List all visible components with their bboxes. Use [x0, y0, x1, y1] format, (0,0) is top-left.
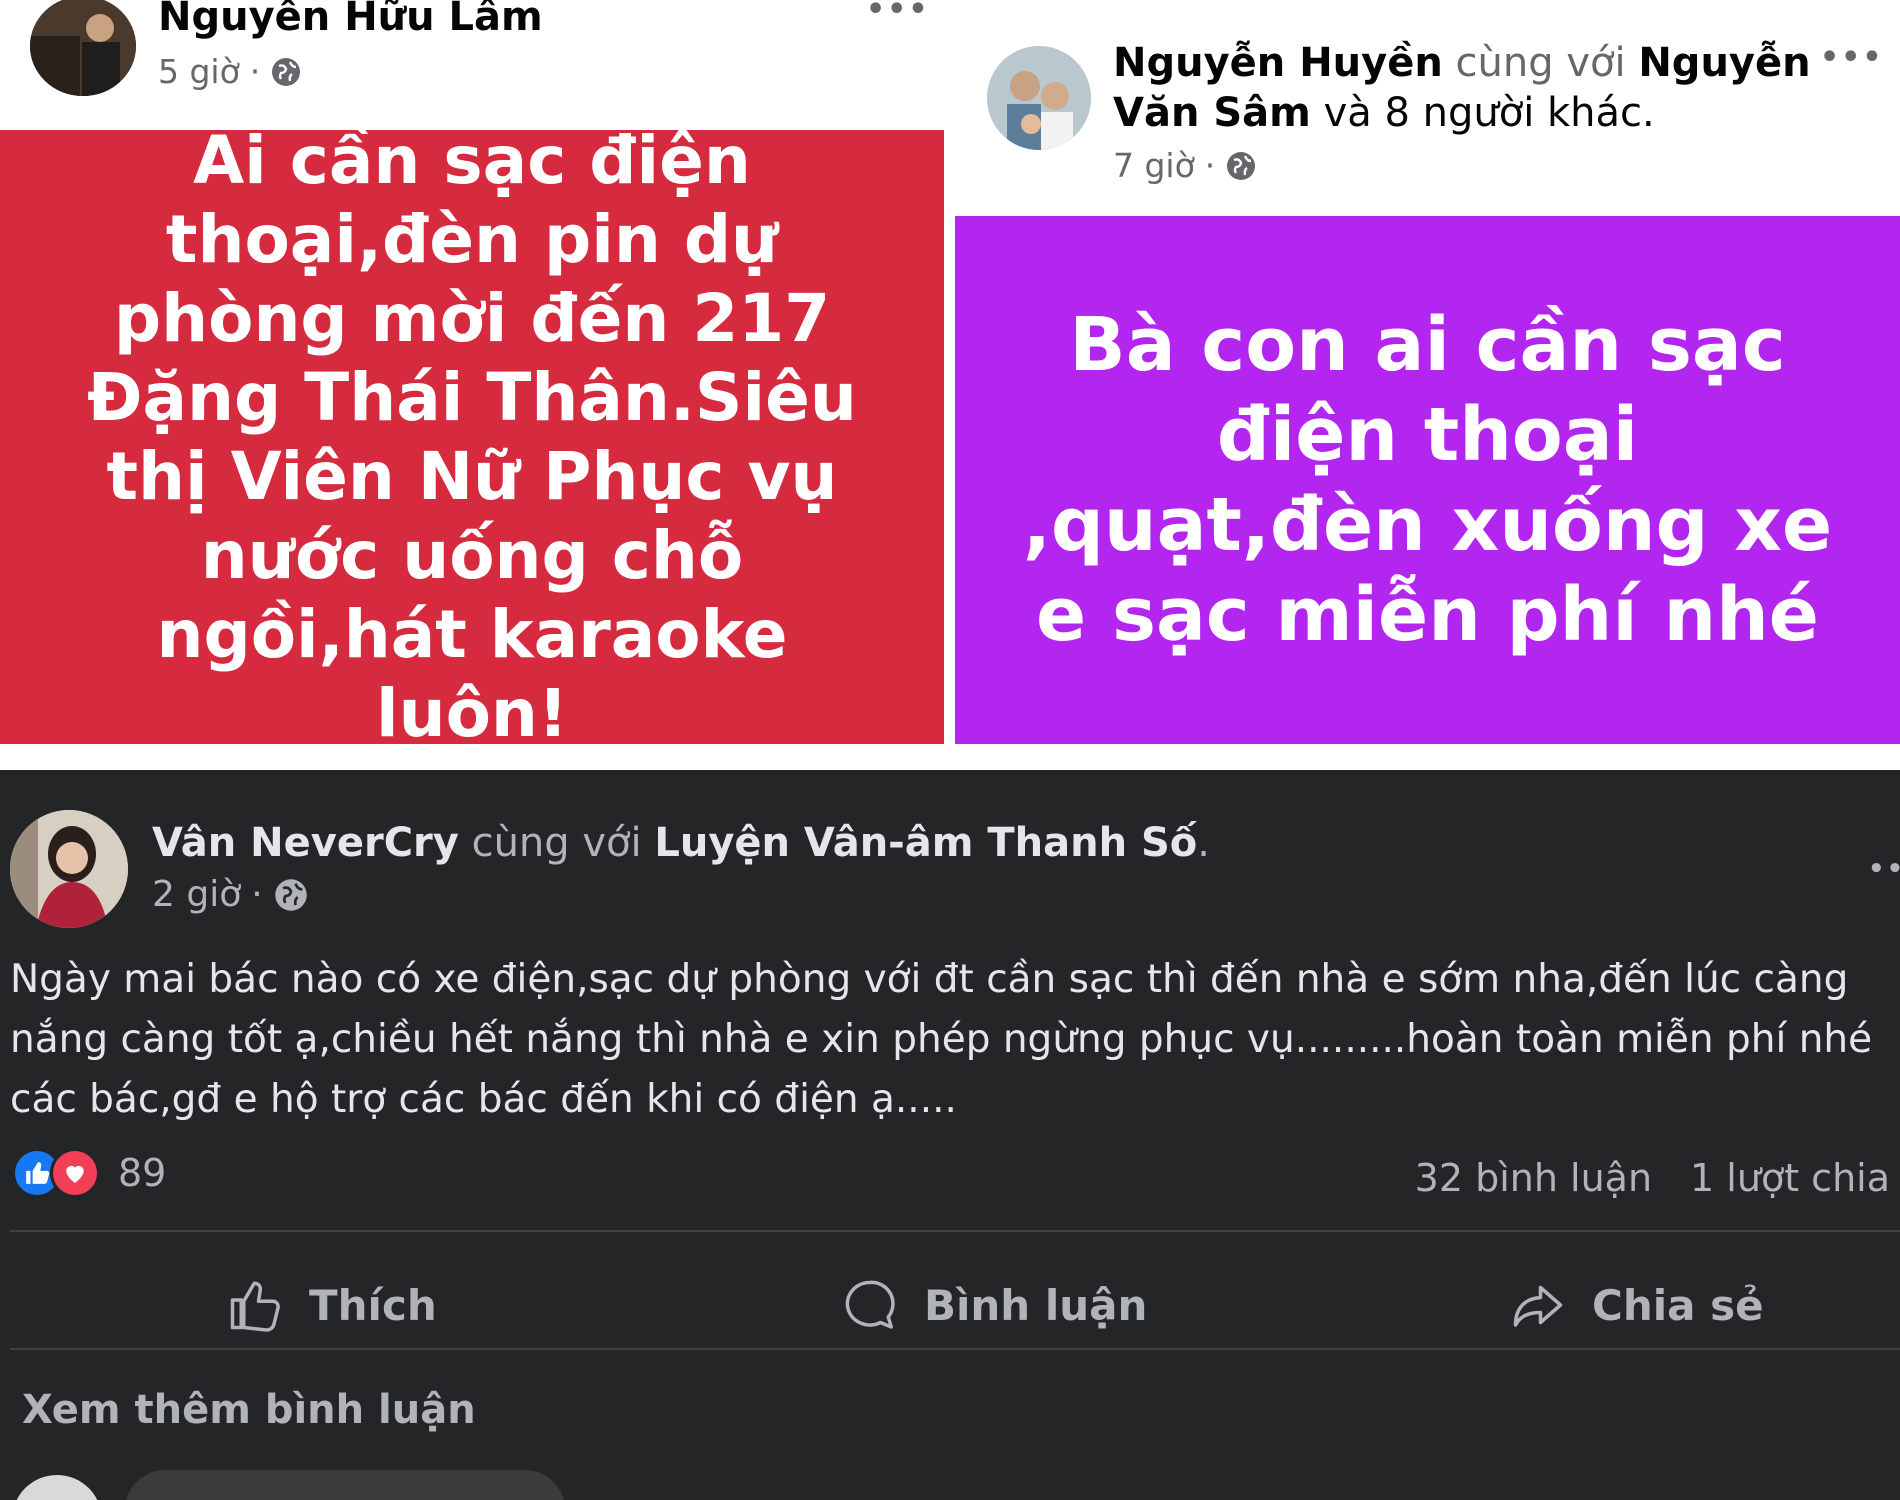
meta-separator: · — [251, 874, 263, 915]
commenter-avatar[interactable] — [12, 1475, 102, 1500]
post-nguyen-huu-lam: Nguyễn Hữu Lâm 5 giờ · ••• Ai cần sạc đi… — [0, 0, 944, 744]
reaction-count: 89 — [118, 1151, 167, 1195]
comment-bubble-icon — [845, 1280, 895, 1329]
avatar-photo — [30, 0, 136, 96]
meta-separator: · — [249, 52, 261, 91]
post-actions: Thích Bình luận Chia sẻ — [0, 1250, 1900, 1360]
author-name[interactable]: Nguyễn Huyền — [1113, 40, 1443, 86]
globe-icon — [274, 878, 307, 911]
thumbs-up-icon — [230, 1281, 280, 1332]
section-divider — [0, 744, 1900, 770]
author-avatar[interactable] — [987, 46, 1091, 150]
author-line: Nguyễn Huyền cùng với Nguyễn Văn Sâm và … — [1113, 38, 1833, 138]
reactions-summary[interactable]: 89 — [12, 1148, 166, 1198]
post-meta: 2 giờ · — [152, 874, 309, 915]
post-time[interactable]: 7 giờ — [1113, 146, 1195, 185]
author-avatar[interactable] — [10, 810, 128, 928]
share-label: Chia sẻ — [1592, 1280, 1764, 1330]
heart-icon — [66, 1165, 84, 1183]
divider — [10, 1230, 1900, 1232]
comment-button[interactable]: Bình luận — [840, 1250, 1147, 1360]
comment-label: Bình luận — [924, 1280, 1148, 1330]
post-time[interactable]: 2 giờ — [152, 874, 241, 915]
body-line: Ngày mai bác nào có xe điện,sạc dự phòng… — [10, 957, 1849, 1002]
colored-status-text: Bà con ai cần sạc điện thoại ,quạt,đèn x… — [955, 216, 1900, 744]
post-van-nevercry: Vân NeverCry cùng với Luyện Vân-âm Thanh… — [0, 770, 1900, 1500]
comment-bubble[interactable] — [125, 1470, 565, 1500]
globe-icon — [1227, 151, 1256, 180]
author-name[interactable]: Vân NeverCry — [152, 820, 459, 866]
others-count[interactable]: và 8 người khác. — [1324, 90, 1655, 136]
like-label: Thích — [309, 1280, 437, 1330]
like-button[interactable]: Thích — [225, 1250, 437, 1360]
comment-count[interactable]: 32 bình luận — [1415, 1156, 1652, 1200]
post-meta: 5 giờ · — [158, 52, 302, 91]
share-button[interactable]: Chia sẻ — [1508, 1250, 1764, 1360]
body-line: các bác,gđ e hộ trợ các bác đến khi có đ… — [10, 1077, 957, 1122]
avatar-photo — [987, 46, 1091, 150]
divider — [10, 1348, 1900, 1350]
avatar-photo — [10, 810, 128, 928]
colored-status-text: Ai cần sạc điện thoại,đèn pin dự phòng m… — [0, 122, 944, 744]
author-avatar[interactable] — [30, 0, 136, 96]
post-stats: 32 bình luận 1 lượt chia — [1415, 1156, 1890, 1200]
with-word: cùng với — [1455, 40, 1626, 86]
thumbs-up-icon — [26, 1162, 50, 1184]
post-meta: 7 giờ · — [1113, 146, 1257, 185]
post-nguyen-huyen: Nguyễn Huyền cùng với Nguyễn Văn Sâm và … — [955, 0, 1900, 744]
author-name[interactable]: Nguyễn Hữu Lâm — [158, 0, 543, 40]
share-count[interactable]: 1 lượt chia — [1690, 1156, 1890, 1200]
more-options-icon[interactable]: ••• — [1820, 40, 1884, 75]
column-divider — [944, 0, 955, 744]
tagged-name[interactable]: Luyện Vân-âm Thanh Số — [654, 820, 1197, 866]
more-options-icon[interactable]: ••• — [866, 0, 930, 27]
globe-icon — [272, 57, 301, 86]
with-word: cùng với — [471, 820, 642, 866]
see-more-comments-link[interactable]: Xem thêm bình luận — [22, 1387, 476, 1433]
author-line: Vân NeverCry cùng với Luyện Vân-âm Thanh… — [152, 820, 1210, 866]
share-arrow-icon — [1513, 1285, 1563, 1327]
love-reaction-icon — [50, 1148, 100, 1198]
meta-separator: · — [1204, 146, 1216, 185]
post-time[interactable]: 5 giờ — [158, 52, 240, 91]
more-options-icon[interactable]: •• — [1868, 854, 1900, 884]
body-line: nắng càng tốt ạ,chiều hết nắng thì nhà e… — [10, 1017, 1873, 1062]
post-body: Ngày mai bác nào có xe điện,sạc dự phòng… — [10, 950, 1900, 1130]
period: . — [1197, 820, 1211, 866]
